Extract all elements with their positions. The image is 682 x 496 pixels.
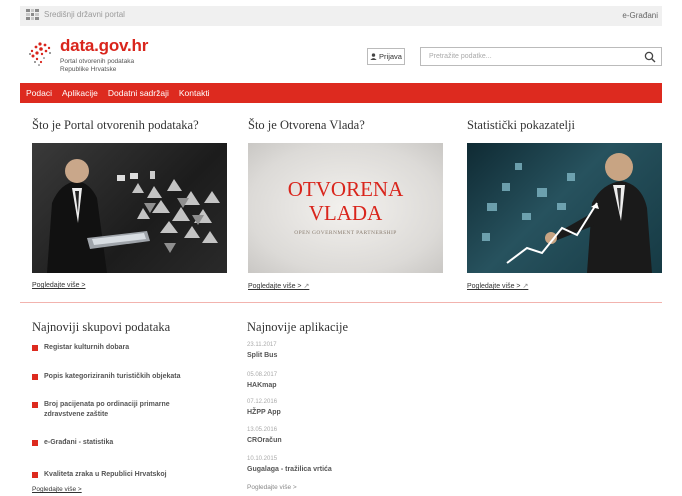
nav-item-aplikacije[interactable]: Aplikacije — [62, 88, 98, 98]
app-name-link[interactable]: Gugalaga - tražilica vrtića — [247, 466, 332, 473]
card-title-open-data-portal: Što je Portal otvorenih podataka? — [32, 118, 199, 132]
apps-more-link[interactable]: Pogledajte više > — [247, 484, 297, 491]
search-icon[interactable] — [644, 51, 656, 63]
croatia-map-logo-icon[interactable] — [26, 40, 54, 66]
dataset-item[interactable]: Registar kulturnih dobara — [32, 343, 214, 353]
bullet-square-icon — [32, 440, 38, 446]
app-date: 07.12.2016 — [247, 399, 278, 405]
app-name-link[interactable]: CROračun — [247, 437, 282, 444]
login-label: Prijava — [379, 52, 402, 61]
app-date: 23.11.2017 — [247, 342, 277, 348]
site-header: data.gov.hr Portal otvorenih podataka Re… — [20, 30, 662, 82]
app-date: 10.10.2015 — [247, 456, 278, 462]
card-image-statistics[interactable] — [467, 143, 662, 273]
bullet-square-icon — [32, 374, 38, 380]
central-portal-link[interactable]: Središnji državni portal — [26, 9, 125, 20]
bullet-square-icon — [32, 472, 38, 478]
section-divider — [20, 302, 662, 303]
dataset-item[interactable]: Broj pacijenata po ordinaciji primarne z… — [32, 400, 184, 420]
user-icon — [370, 53, 377, 60]
card-more-link-open-government[interactable]: Pogledajte više > ↗ — [248, 282, 309, 290]
datasets-section-title: Najnoviji skupovi podataka — [32, 320, 171, 334]
external-link-icon: ↗ — [303, 283, 310, 290]
search-input[interactable]: Pretražite podatke... — [420, 47, 662, 66]
datasets-more-link[interactable]: Pogledajte više > — [32, 486, 82, 493]
search-placeholder: Pretražite podatke... — [429, 53, 492, 60]
nav-item-dodatni-sadrzaji[interactable]: Dodatni sadržaji — [108, 88, 169, 98]
site-logo-subtitle: Portal otvorenih podataka Republike Hrva… — [60, 58, 135, 73]
card-image-open-data-portal[interactable] — [32, 143, 227, 273]
portal-grid-icon — [26, 9, 39, 20]
central-portal-label: Središnji državni portal — [44, 10, 125, 19]
dataset-item[interactable]: e-Građani - statistika — [32, 438, 214, 448]
nav-item-kontakti[interactable]: Kontakti — [179, 88, 210, 98]
app-name-link[interactable]: Split Bus — [247, 352, 277, 359]
dataset-item[interactable]: Popis kategoriziranih turističkih objeka… — [32, 372, 214, 382]
bullet-square-icon — [32, 345, 38, 351]
card-image-open-government[interactable]: OTVORENA VLADA OPEN GOVERNMENT PARTNERSH… — [248, 143, 443, 273]
bullet-square-icon — [32, 402, 38, 408]
businessman-chart-illustration — [482, 153, 652, 273]
app-name-link[interactable]: HAKmap — [247, 382, 277, 389]
nav-item-podaci[interactable]: Podaci — [26, 88, 52, 98]
card-more-link-open-data-portal[interactable]: Pogledajte više > — [32, 282, 86, 289]
dataset-item[interactable]: Kvaliteta zraka u Republici Hrvatskoj — [32, 470, 214, 480]
app-date: 13.05.2016 — [247, 427, 278, 433]
top-bar: Središnji državni portal e-Građani — [20, 6, 662, 26]
open-government-logo-text: OTVORENA VLADA — [287, 177, 404, 225]
main-nav: Podaci Aplikacije Dodatni sadržaji Konta… — [20, 83, 662, 103]
app-date: 05.08.2017 — [247, 372, 278, 378]
card-title-open-government: Što je Otvorena Vlada? — [248, 118, 365, 132]
login-button[interactable]: Prijava — [367, 48, 405, 65]
open-government-tagline: OPEN GOVERNMENT PARTNERSHIP — [294, 230, 397, 236]
site-logo-title[interactable]: data.gov.hr — [60, 36, 148, 56]
apps-section-title: Najnovije aplikacije — [247, 320, 349, 334]
card-more-link-statistics[interactable]: Pogledajte više > ↗ — [467, 282, 528, 290]
egradani-link[interactable]: e-Građani — [622, 11, 658, 20]
external-link-icon: ↗ — [522, 283, 529, 290]
businessman-tablet-illustration — [47, 159, 220, 273]
app-name-link[interactable]: HŽPP App — [247, 409, 281, 416]
card-title-statistics: Statistički pokazatelji — [467, 118, 575, 132]
